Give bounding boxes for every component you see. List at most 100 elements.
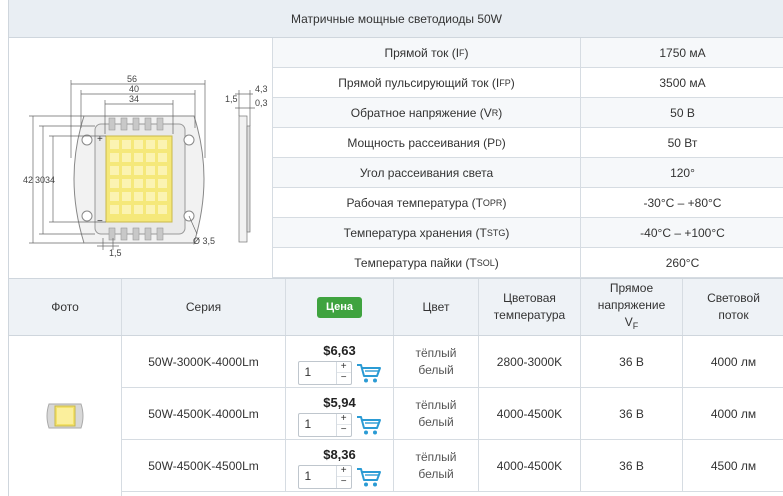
header-temp-line1: Цветовая bbox=[503, 291, 556, 305]
spec-value: 50 Вт bbox=[667, 135, 698, 150]
stepper-buttons: + − bbox=[335, 465, 351, 488]
series-cell: 50W-4500K-4500Lm bbox=[122, 440, 286, 492]
spec-param-text: Прямой ток (I bbox=[384, 45, 460, 60]
color-line1: тёплый bbox=[415, 450, 457, 464]
header-flux: Световой поток bbox=[683, 279, 783, 335]
spec-table: Прямой ток (I F) 1750 мА Прямой пульсирую… bbox=[273, 38, 783, 278]
spec-value: 120° bbox=[670, 165, 695, 180]
price-value: $8,36 bbox=[323, 446, 356, 462]
stepper-buttons: + − bbox=[335, 413, 351, 436]
svg-text:−: − bbox=[97, 216, 103, 227]
spec-row: Рабочая температура (T OPR) -30°C – +80°C bbox=[273, 188, 783, 218]
dimension-drawing-svg: + − 56 40 34 42 30 34 4,3 1,5 0,3 1,5 Ø … bbox=[23, 74, 268, 258]
header-price: Цена bbox=[286, 279, 394, 335]
voltage-cell: 36 В bbox=[581, 336, 683, 388]
spec-param-sub: OPR bbox=[482, 197, 503, 208]
spec-param: Мощность рассеивания (P D) bbox=[273, 128, 581, 157]
decrement-button[interactable]: − bbox=[336, 424, 351, 436]
spec-param: Угол рассеивания света bbox=[273, 158, 581, 187]
color-line1: тёплый bbox=[415, 346, 457, 360]
table-row: 50W-4500K-4500Lm $8,36 1 + − тёплый белы… bbox=[122, 440, 783, 492]
voltage-cell: 36 В bbox=[581, 440, 683, 492]
spec-value: 1750 мА bbox=[659, 45, 706, 60]
temp-cell: 4000-4500K bbox=[479, 388, 581, 440]
spec-row: Прямой ток (I F) 1750 мА bbox=[273, 38, 783, 68]
spec-param-text: Рабочая температура (T bbox=[346, 195, 483, 210]
increment-button[interactable]: + bbox=[337, 361, 351, 373]
table-row: 50W-4500K-4000Lm $5,94 1 + − тёплый белы… bbox=[122, 388, 783, 440]
color-line2: белый bbox=[418, 415, 454, 429]
quantity-stepper[interactable]: 1 + − bbox=[297, 412, 352, 437]
spec-param-tail: ) bbox=[505, 225, 510, 240]
dim-42: 42 bbox=[23, 175, 33, 185]
add-to-cart-button[interactable] bbox=[356, 361, 382, 385]
spec-param-text: Температура пайки (T bbox=[354, 255, 477, 270]
spec-param: Рабочая температура (T OPR) bbox=[273, 188, 581, 217]
header-voltage: Прямое напряжение VF bbox=[581, 279, 683, 335]
decrement-button[interactable]: − bbox=[336, 372, 351, 384]
spec-row: Мощность рассеивания (P D) 50 Вт bbox=[273, 128, 783, 158]
quantity-input[interactable]: 1 bbox=[299, 414, 336, 436]
spec-param-sub: SOL bbox=[476, 257, 495, 268]
spec-param: Прямой пульсирующий ток (I FP) bbox=[273, 68, 581, 97]
spec-param-sub: STG bbox=[486, 227, 506, 238]
flux-cell: 4500 лм bbox=[710, 458, 757, 473]
color-cell: тёплый белый bbox=[394, 440, 479, 492]
price-cell: $8,36 1 + − bbox=[286, 440, 394, 492]
stepper-buttons: + − bbox=[335, 361, 351, 384]
decrement-button[interactable]: − bbox=[336, 476, 351, 488]
buy-controls: 1 + − bbox=[297, 412, 382, 437]
dim-56: 56 bbox=[127, 74, 137, 84]
dim-0-3: 0,3 bbox=[255, 98, 268, 108]
dim-1-5-bottom: 1,5 bbox=[109, 248, 122, 258]
price-badge: Цена bbox=[316, 296, 363, 318]
spec-param-text: Угол рассеивания света bbox=[359, 165, 494, 180]
increment-button[interactable]: + bbox=[337, 465, 351, 477]
product-photo bbox=[9, 336, 122, 496]
spec-param-tail: ) bbox=[502, 195, 507, 210]
series-cell: 50W-4500K-4000Lm bbox=[122, 388, 286, 440]
spec-value: 50 В bbox=[670, 105, 695, 120]
dimension-drawing: + − 56 40 34 42 30 34 4,3 1,5 0,3 1,5 Ø … bbox=[9, 38, 273, 278]
header-temp-line2: температура bbox=[493, 308, 566, 322]
quantity-stepper[interactable]: 1 + − bbox=[297, 464, 352, 489]
series-cell: 50W-3000K-4000Lm bbox=[122, 336, 286, 388]
cart-icon bbox=[356, 415, 381, 434]
header-flux-line1: Световой bbox=[707, 291, 760, 305]
dim-1-5-top: 1,5 bbox=[225, 94, 238, 104]
spec-row: Обратное напряжение (V R) 50 В bbox=[273, 98, 783, 128]
product-rows: 50W-3000K-4000Lm $6,63 1 + − тёплый белы… bbox=[122, 336, 783, 492]
spec-value: 3500 мА bbox=[659, 75, 706, 90]
color-line1: тёплый bbox=[415, 398, 457, 412]
price-value: $6,63 bbox=[323, 342, 356, 358]
quantity-stepper[interactable]: 1 + − bbox=[297, 360, 352, 385]
add-to-cart-button[interactable] bbox=[356, 465, 382, 489]
buy-controls: 1 + − bbox=[297, 464, 382, 489]
quantity-input[interactable]: 1 bbox=[299, 466, 336, 488]
dim-40: 40 bbox=[129, 84, 139, 94]
spec-row: Температура хранения (T STG) -40°C – +100… bbox=[273, 218, 783, 248]
header-series: Серия bbox=[122, 279, 286, 335]
header-volt-sub: F bbox=[632, 320, 639, 331]
cart-icon bbox=[356, 467, 381, 486]
spec-param-tail: ) bbox=[498, 105, 503, 120]
color-line2: белый bbox=[418, 363, 454, 377]
spec-param-sub: FP bbox=[499, 77, 511, 88]
spec-row: Прямой пульсирующий ток (I FP) 3500 мА bbox=[273, 68, 783, 98]
spec-param-text: Прямой пульсирующий ток (I bbox=[338, 75, 500, 90]
led-photo bbox=[46, 403, 84, 429]
quantity-input[interactable]: 1 bbox=[299, 362, 336, 384]
flux-cell: 4000 лм bbox=[710, 406, 757, 421]
svg-text:+: + bbox=[97, 134, 103, 145]
add-to-cart-button[interactable] bbox=[356, 413, 382, 437]
price-value: $5,94 bbox=[323, 394, 356, 410]
spec-param: Обратное напряжение (V R) bbox=[273, 98, 581, 127]
spec-param: Температура хранения (T STG) bbox=[273, 218, 581, 247]
header-volt-line2: напряжение bbox=[597, 297, 666, 312]
temp-cell: 2800-3000K bbox=[479, 336, 581, 388]
increment-button[interactable]: + bbox=[337, 413, 351, 425]
spec-value: -40°C – +100°C bbox=[640, 225, 725, 240]
dim-34: 34 bbox=[129, 94, 139, 104]
header-volt-line3: VF bbox=[625, 314, 639, 335]
spec-param: Температура пайки (T SOL) bbox=[273, 248, 581, 277]
